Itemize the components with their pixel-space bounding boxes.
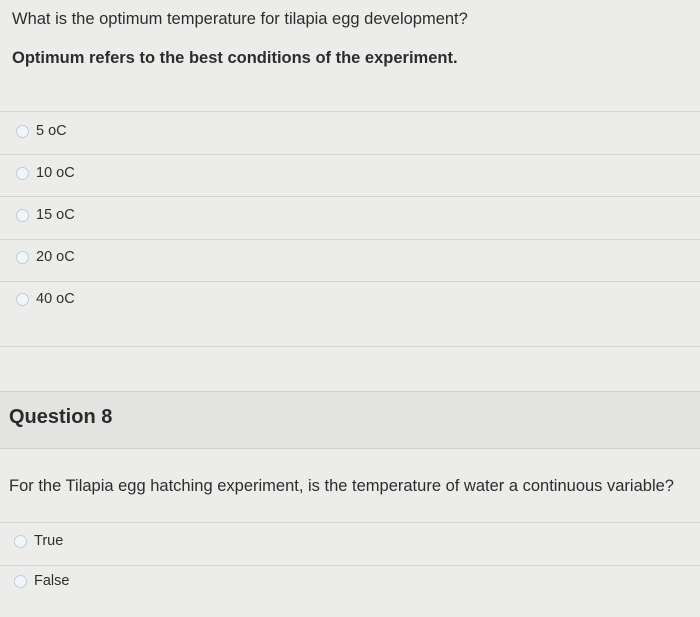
radio-button[interactable]	[16, 124, 29, 138]
option-20c[interactable]: 20 oC	[16, 246, 75, 268]
option-label: 5 oC	[36, 123, 67, 139]
option-label: 40 oC	[36, 291, 75, 307]
divider	[0, 196, 700, 197]
divider	[0, 346, 700, 347]
question-8-header: Question 8	[0, 391, 700, 449]
divider	[0, 111, 700, 112]
question-7-prompt: What is the optimum temperature for tila…	[12, 10, 468, 28]
divider	[0, 239, 700, 240]
question-8-prompt: For the Tilapia egg hatching experiment,…	[9, 477, 674, 495]
option-15c[interactable]: 15 oC	[16, 204, 75, 226]
option-label: 15 oC	[36, 207, 75, 223]
divider	[0, 522, 700, 523]
radio-button[interactable]	[14, 574, 27, 588]
radio-button[interactable]	[16, 166, 29, 180]
option-false[interactable]: False	[14, 570, 69, 592]
option-40c[interactable]: 40 oC	[16, 288, 75, 310]
divider	[0, 281, 700, 282]
option-10c[interactable]: 10 oC	[16, 162, 75, 184]
option-label: True	[34, 533, 64, 549]
option-label: False	[34, 573, 70, 589]
radio-button[interactable]	[16, 208, 29, 222]
question-7-note: Optimum refers to the best conditions of…	[12, 49, 458, 67]
option-5c[interactable]: 5 oC	[16, 120, 67, 142]
option-label: 20 oC	[36, 249, 75, 265]
radio-button[interactable]	[14, 534, 27, 548]
divider	[0, 154, 700, 155]
option-label: 10 oC	[36, 165, 75, 181]
radio-button[interactable]	[16, 292, 29, 306]
option-true[interactable]: True	[14, 530, 63, 552]
question-8-title: Question 8	[9, 406, 113, 428]
radio-button[interactable]	[16, 250, 29, 264]
divider	[0, 565, 700, 566]
